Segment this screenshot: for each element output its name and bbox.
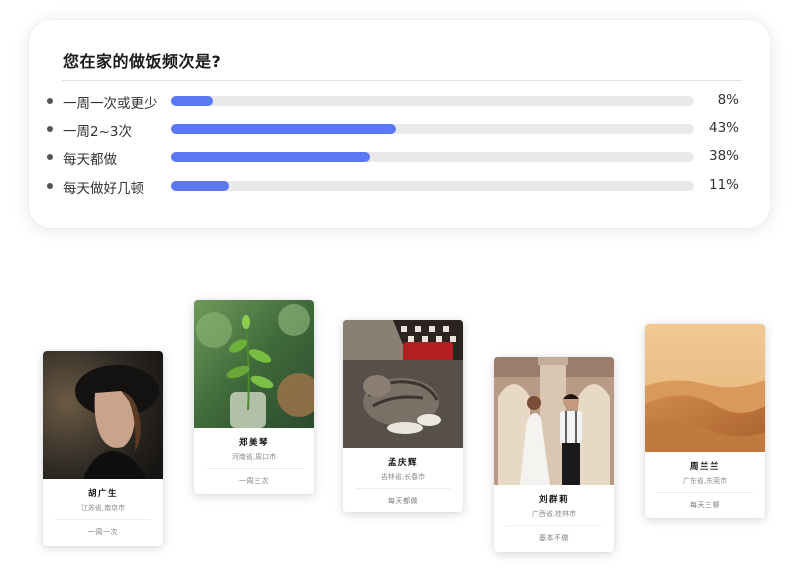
divider xyxy=(355,488,451,489)
portrait-man-hat-photo xyxy=(43,351,163,479)
poll-option[interactable]: 每天都做 38% xyxy=(29,147,770,168)
profile-location: 广西省,桂林市 xyxy=(531,510,577,518)
divider xyxy=(657,492,753,493)
divider xyxy=(206,468,302,469)
divider xyxy=(506,525,602,526)
poll-option-bar-track xyxy=(171,152,694,162)
desert-dunes-photo xyxy=(645,324,765,452)
poll-option-bar-track xyxy=(171,124,694,134)
profile-card[interactable]: 刘群莉 广西省,桂林市 基本不做 xyxy=(494,357,614,552)
poll-divider xyxy=(62,80,742,81)
bullet-icon xyxy=(47,183,53,189)
profile-name: 周兰兰 xyxy=(689,462,720,472)
poll-option[interactable]: 一周一次或更少 8% xyxy=(29,91,770,112)
profile-location: 江苏省,南京市 xyxy=(80,504,126,512)
profile-name: 孟庆辉 xyxy=(387,458,418,468)
sleeping-cat-photo xyxy=(343,320,463,448)
poll-option-percent: 8% xyxy=(717,92,739,108)
poll-option-bar-fill xyxy=(171,152,370,162)
profile-frequency: 每天都做 xyxy=(388,497,418,505)
poll-option-percent: 11% xyxy=(708,177,739,193)
profile-location: 广东省,东莞市 xyxy=(682,477,728,485)
poll-title: 您在家的做饭频次是? xyxy=(63,52,222,71)
poll-option-label: 每天做好几顿 xyxy=(63,181,144,197)
profile-location: 河南省,周口市 xyxy=(231,453,277,461)
profile-name: 郑美琴 xyxy=(238,438,269,448)
divider xyxy=(55,519,151,520)
plant-sprout-photo xyxy=(194,300,314,428)
profile-frequency: 每天三顿 xyxy=(690,501,720,509)
wedding-couple-photo xyxy=(494,357,614,485)
poll-option-bar-track xyxy=(171,96,694,106)
profile-card[interactable]: 郑美琴 河南省,周口市 一周三次 xyxy=(194,300,314,494)
poll-option-bar-fill xyxy=(171,181,229,191)
profile-card[interactable]: 周兰兰 广东省,东莞市 每天三顿 xyxy=(645,324,765,518)
poll-option-percent: 38% xyxy=(708,148,739,164)
profile-name: 胡广生 xyxy=(87,489,118,499)
poll-option[interactable]: 每天做好几顿 11% xyxy=(29,176,770,197)
poll-option-label: 一周一次或更少 xyxy=(63,96,158,112)
poll-option[interactable]: 一周2~3次 43% xyxy=(29,119,770,140)
profile-card[interactable]: 孟庆辉 吉林省,长春市 每天都做 xyxy=(343,320,463,512)
poll-option-label: 每天都做 xyxy=(63,152,117,168)
page: 您在家的做饭频次是? 一周一次或更少 8% 一周2~3次 43% 每天都做 38… xyxy=(0,0,799,575)
poll-option-percent: 43% xyxy=(708,120,739,136)
bullet-icon xyxy=(47,98,53,104)
profile-frequency: 一周三次 xyxy=(239,477,269,485)
poll-option-bar-fill xyxy=(171,124,396,134)
bullet-icon xyxy=(47,154,53,160)
profile-frequency: 一周一次 xyxy=(88,528,118,536)
poll-option-bar-fill xyxy=(171,96,213,106)
poll-option-bar-track xyxy=(171,181,694,191)
poll-card: 您在家的做饭频次是? 一周一次或更少 8% 一周2~3次 43% 每天都做 38… xyxy=(29,20,770,228)
bullet-icon xyxy=(47,126,53,132)
profile-location: 吉林省,长春市 xyxy=(380,473,426,481)
poll-option-label: 一周2~3次 xyxy=(63,124,132,140)
profile-card[interactable]: 胡广生 江苏省,南京市 一周一次 xyxy=(43,351,163,546)
profile-name: 刘群莉 xyxy=(538,495,569,505)
profile-frequency: 基本不做 xyxy=(539,534,569,542)
